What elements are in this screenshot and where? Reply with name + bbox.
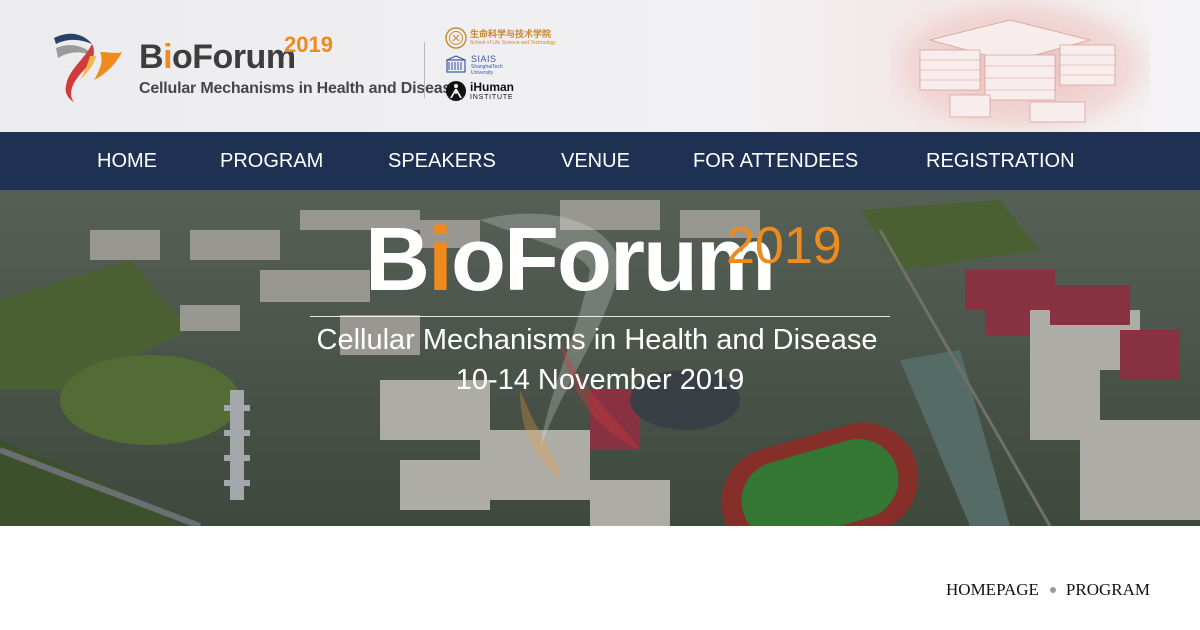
partner-siais[interactable]: SIAIS ShanghaiTech University: [445, 54, 503, 76]
breadcrumb-current: PROGRAM: [1065, 580, 1150, 599]
siais-emblem-icon: [446, 55, 466, 73]
breadcrumb-homepage[interactable]: HOMEPAGE: [946, 580, 1039, 600]
campus-thumbnail-image: [890, 0, 1150, 132]
ihuman-emblem-icon: [446, 81, 466, 101]
partner-slst[interactable]: 生命科学与技术学院 School of Life Science and Tec…: [445, 27, 556, 49]
ihuman-name: iHuman: [470, 79, 515, 94]
breadcrumb: HOMEPAGE PROGRAM: [946, 580, 1150, 600]
header-divider: [424, 42, 425, 98]
brand-year: 2019: [284, 32, 333, 57]
nav-item-registration[interactable]: REGISTRATION: [926, 132, 1075, 190]
hero-title-accent: i: [428, 210, 453, 310]
nav-item-home[interactable]: HOME: [97, 132, 157, 190]
hero-title-letter: B: [365, 210, 430, 310]
bioforum-logo-icon: [54, 33, 122, 102]
hero-divider: [310, 316, 890, 317]
hero-year: 2019: [726, 217, 842, 275]
site-header: BioForum 2019 Cellular Mechanisms in Hea…: [0, 0, 1200, 132]
nav-item-program[interactable]: PROGRAM: [220, 132, 323, 190]
brand-accent-letter: i: [163, 38, 173, 76]
siais-sub-2: University: [471, 70, 493, 76]
main-nav: HOME PROGRAM SPEAKERS VENUE FOR ATTENDEE…: [0, 132, 1200, 190]
nav-item-venue[interactable]: VENUE: [561, 132, 630, 190]
hero-subtitle-text: Cellular Mechanisms in Health and Diseas…: [316, 324, 878, 356]
brand-letter: B: [139, 38, 164, 76]
nav-item-for-attendees[interactable]: FOR ATTENDEES: [693, 132, 858, 190]
hero-banner: BioForum 2019 Cellular Mechanisms in Hea…: [0, 190, 1200, 526]
siais-name: SIAIS: [471, 54, 497, 64]
hero-title: BioForum: [365, 210, 776, 310]
slst-name-en: School of Life Science and Technology: [470, 40, 556, 46]
brand-name-rest: oForum: [172, 38, 296, 76]
slst-emblem-icon: [445, 27, 467, 49]
breadcrumb-separator-dot: [1049, 587, 1056, 593]
nav-item-speakers[interactable]: SPEAKERS: [388, 132, 496, 190]
ihuman-sub: INSTITUTE: [470, 93, 514, 101]
brand-subtitle: Cellular Mechanisms in Health and Diseas…: [139, 80, 460, 97]
brand-name[interactable]: BioForum: [139, 38, 296, 77]
hero-dates: 10-14 November 2019: [455, 364, 745, 396]
partner-ihuman[interactable]: iHuman INSTITUTE: [445, 80, 514, 102]
hero-subtitle: Cellular Mechanisms in Health and Diseas…: [0, 324, 1200, 357]
slst-name-cn: 生命科学与技术学院: [470, 29, 552, 39]
